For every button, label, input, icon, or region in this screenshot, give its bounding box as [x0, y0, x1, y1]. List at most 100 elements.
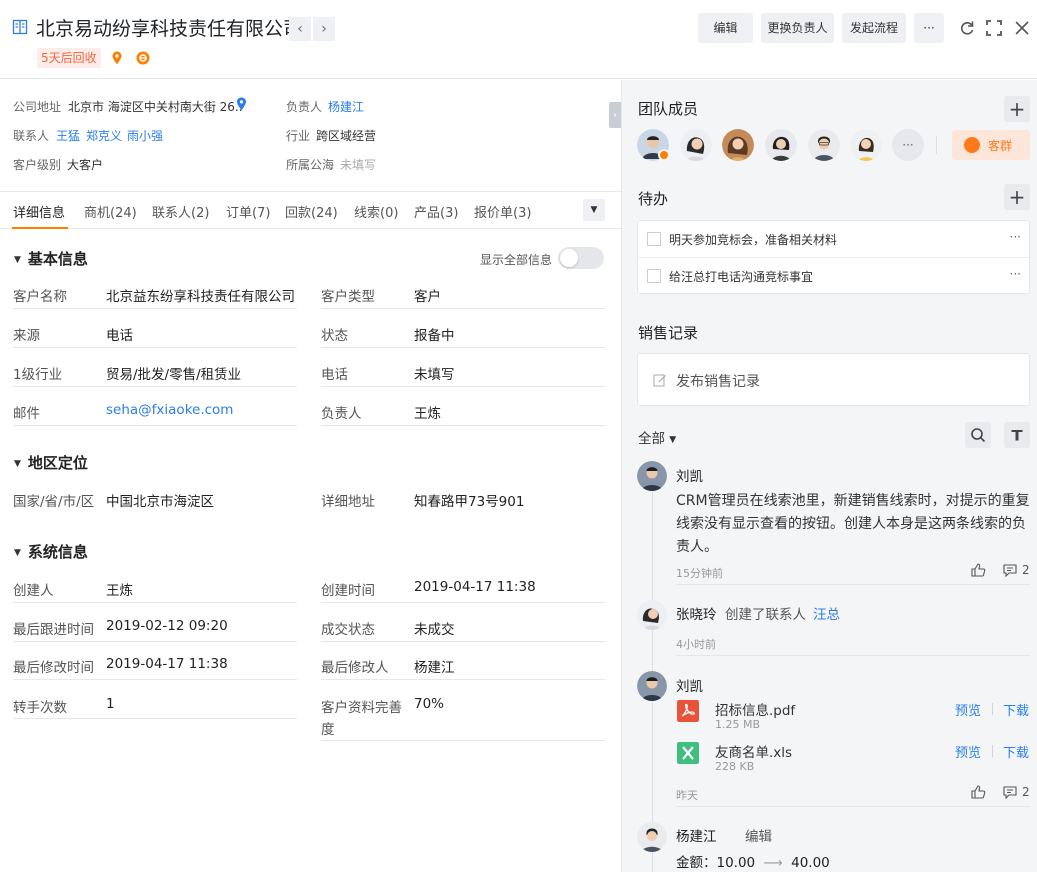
contact-link[interactable]: 汪总 [813, 603, 840, 623]
filter-button[interactable] [1004, 422, 1030, 448]
more-button[interactable]: ··· [914, 13, 944, 43]
field-label: 状态 [321, 328, 348, 344]
start-flow-button[interactable]: 发起流程 [842, 13, 906, 43]
file-name[interactable]: 招标信息.pdf [715, 699, 795, 719]
change-owner-button[interactable]: 更换负责人 [761, 13, 834, 43]
field-label: 来源 [13, 328, 40, 344]
divider [13, 718, 297, 719]
plus-icon: + [1008, 185, 1026, 209]
like-button[interactable] [971, 785, 991, 799]
feed-author[interactable]: 杨建江 [676, 825, 717, 845]
feed-author[interactable]: 刘凯 [676, 675, 703, 695]
file-size: 1.25 MB [715, 718, 761, 731]
tab-contacts[interactable]: 联系人(2) [152, 202, 209, 221]
level-label: 客户级别 [13, 158, 62, 172]
todo-checkbox[interactable] [647, 232, 661, 246]
owner-link[interactable]: 杨建江 [328, 98, 364, 115]
thumbs-up-icon [971, 785, 986, 799]
show-all-toggle[interactable] [558, 247, 604, 269]
search-button[interactable] [965, 422, 991, 448]
avatar[interactable] [765, 129, 797, 161]
avatar[interactable] [680, 129, 712, 161]
preview-link[interactable]: 预览 [955, 700, 981, 719]
section-region[interactable]: ▼ 地区定位 [14, 452, 88, 473]
tab-payments[interactable]: 回款(24) [285, 202, 338, 221]
detail-panel: 公司地址 北京市 海淀区中关村南大街 26.. 负责人 杨建江 联系人 王猛 郑… [0, 80, 621, 872]
tab-details[interactable]: 详细信息 [13, 202, 65, 221]
edit-button[interactable]: 编辑 [698, 13, 753, 43]
tabs-more-dropdown[interactable]: ▼ [583, 199, 605, 221]
collapse-handle[interactable]: › [609, 102, 621, 128]
like-button[interactable] [971, 563, 991, 577]
show-all-label: 显示全部信息 [480, 253, 553, 267]
field-label: 客户资料完善 [321, 700, 402, 716]
map-pin-icon[interactable] [236, 97, 247, 111]
fullscreen-icon[interactable] [984, 18, 1004, 38]
email-link[interactable]: seha@fxiaoke.com [106, 402, 233, 418]
close-icon[interactable] [1012, 18, 1032, 38]
avatar[interactable] [637, 822, 667, 852]
avatar[interactable] [637, 461, 667, 491]
field-value: 知春路甲73号901 [414, 494, 525, 510]
refresh-icon[interactable] [957, 18, 977, 38]
more-members-button[interactable]: ··· [892, 129, 924, 161]
feed-author[interactable]: 刘凯 [676, 465, 703, 485]
section-system[interactable]: ▼ 系统信息 [14, 541, 88, 562]
location-icon[interactable] [109, 50, 125, 66]
preview-link[interactable]: 预览 [955, 742, 981, 761]
feed-text: CRM管理员在线索池里，新建销售线索时，对提示的重复线索没有显示查看的按钮。创建… [676, 493, 1030, 555]
file-name[interactable]: 友商名单.xls [715, 741, 792, 761]
tab-products[interactable]: 产品(3) [414, 202, 458, 221]
field-value: 70% [414, 696, 445, 712]
add-member-button[interactable]: + [1004, 96, 1030, 122]
publish-record-input[interactable]: 发布销售记录 [637, 353, 1030, 406]
field-value: 客户 [414, 289, 441, 305]
feed-author[interactable]: 张晓玲 [676, 603, 717, 623]
comment-count: 2 [1022, 563, 1030, 577]
tab-quotes[interactable]: 报价单(3) [474, 202, 531, 221]
comment-button[interactable]: 2 [1003, 563, 1030, 577]
divider [13, 679, 297, 680]
todo-text[interactable]: 明天参加竞标会，准备相关材料 [669, 231, 837, 248]
divider [936, 136, 937, 154]
avatar[interactable] [637, 600, 667, 630]
field-value: 未成交 [414, 622, 455, 638]
divider [321, 386, 605, 387]
company-icon [12, 19, 28, 35]
todo-more-button[interactable]: ··· [1010, 267, 1021, 281]
record-header: 北京易动纷享科技责任有限公司 ‹ › 5天后回收 编辑 更换负责人 发起流程 ·… [0, 0, 1037, 79]
contact-link[interactable]: 王猛 [56, 127, 80, 144]
avatar[interactable] [808, 129, 840, 161]
amount-from: 10.00 [716, 855, 756, 871]
comment-count: 2 [1022, 785, 1030, 799]
next-icon[interactable]: › [313, 17, 335, 41]
add-todo-button[interactable]: + [1004, 184, 1030, 210]
contact-link[interactable]: 雨小强 [127, 127, 163, 144]
follow-icon[interactable] [135, 50, 151, 66]
comment-button[interactable]: 2 [1003, 785, 1030, 799]
todo-text[interactable]: 给汪总打电话沟通竞标事宜 [669, 268, 813, 285]
arrow-right-icon: ⟶ [763, 855, 783, 871]
field-value: 2019-04-17 11:38 [414, 579, 536, 595]
feed-action: 创建了联系人 [725, 607, 806, 623]
download-link[interactable]: 下载 [1003, 742, 1029, 761]
tab-orders[interactable]: 订单(7) [226, 202, 270, 221]
field-value: 电话 [106, 328, 133, 344]
avatar[interactable] [722, 129, 754, 161]
customer-group-button[interactable]: 客群 [952, 130, 1030, 160]
section-basic-info[interactable]: ▼ 基本信息 [14, 248, 88, 269]
avatar[interactable] [637, 671, 667, 701]
feed-filter-dropdown[interactable]: 全部 ▼ [638, 427, 676, 447]
field-label: 创建人 [13, 583, 54, 599]
field-value: 2019-02-12 09:20 [106, 618, 228, 634]
tab-leads[interactable]: 线索(0) [354, 202, 398, 221]
prev-icon[interactable]: ‹ [289, 17, 311, 41]
todo-checkbox[interactable] [647, 269, 661, 283]
tab-opportunities[interactable]: 商机(24) [84, 202, 137, 221]
todo-more-button[interactable]: ··· [1010, 230, 1021, 244]
contact-link[interactable]: 郑克义 [86, 127, 122, 144]
search-icon [971, 428, 986, 443]
field-value: 杨建江 [414, 660, 455, 676]
avatar[interactable] [850, 129, 882, 161]
download-link[interactable]: 下载 [1003, 700, 1029, 719]
